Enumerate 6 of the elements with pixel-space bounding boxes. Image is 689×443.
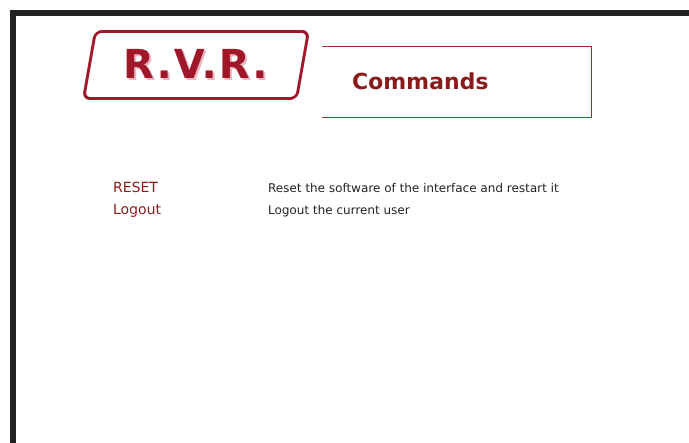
page-title: Commands (352, 70, 488, 94)
command-description: Logout the current user (268, 203, 410, 217)
command-description: Reset the software of the interface and restart it (268, 181, 559, 195)
logo-text: R.V.R. (122, 42, 270, 88)
command-link[interactable]: Logout (113, 202, 268, 218)
command-link[interactable]: RESET (113, 180, 268, 196)
